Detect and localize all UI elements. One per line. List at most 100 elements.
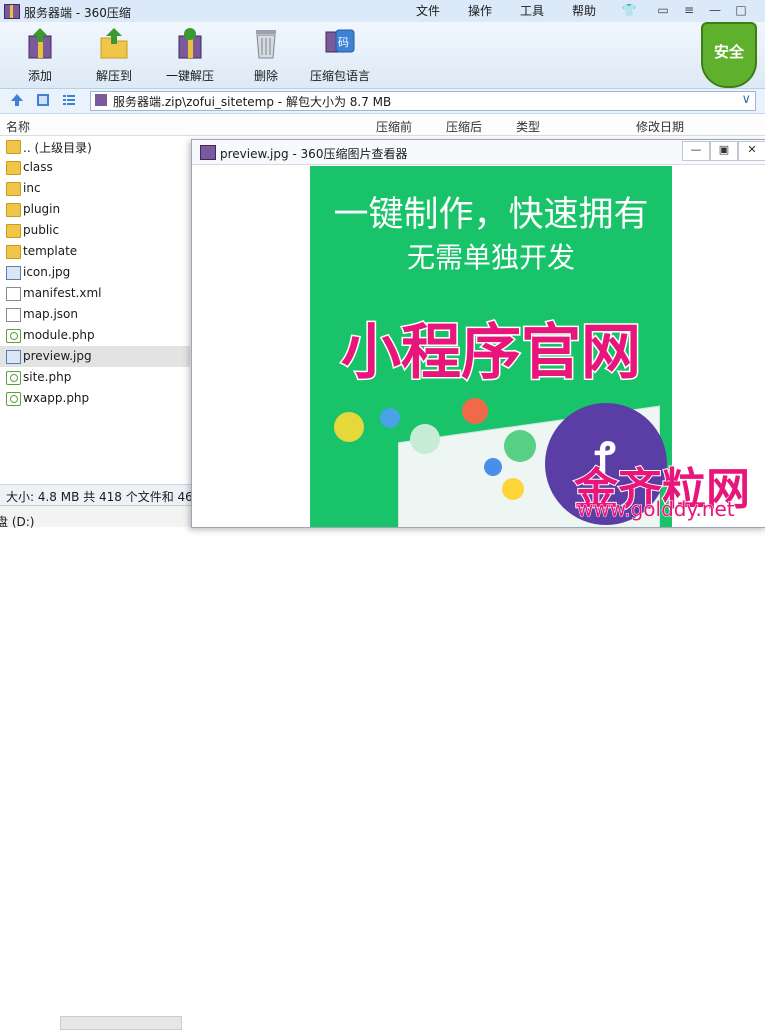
horizontal-scrollbar[interactable] bbox=[60, 1016, 182, 1030]
security-badge-text: 安全 bbox=[713, 43, 744, 61]
watermark-url: www.golddy.net bbox=[577, 497, 736, 522]
one-click-extract-label: 一键解压 bbox=[165, 69, 214, 83]
svg-text:码: 码 bbox=[338, 36, 349, 49]
extract-to-button[interactable]: 解压到 bbox=[82, 26, 146, 83]
file-name: map.json bbox=[23, 307, 79, 321]
security-shield-icon[interactable]: 安全 bbox=[701, 22, 757, 88]
folder-icon bbox=[6, 224, 21, 238]
php-file-icon bbox=[6, 329, 21, 343]
list-view-icon[interactable] bbox=[62, 93, 76, 107]
php-file-icon bbox=[6, 392, 21, 406]
archive-icon bbox=[95, 94, 107, 106]
list-item[interactable]: inc bbox=[0, 178, 190, 199]
file-name: manifest.xml bbox=[23, 286, 102, 300]
file-name: site.php bbox=[23, 370, 72, 384]
poster-ball bbox=[504, 430, 536, 462]
folder-icon bbox=[6, 140, 21, 154]
poster-ball bbox=[380, 408, 400, 428]
status-bar: 大小: 4.8 MB 共 418 个文件和 46 bbox=[0, 484, 193, 505]
window-title: 服务器端 - 360压缩 bbox=[24, 6, 131, 20]
column-compressed-size[interactable]: 压缩后 bbox=[446, 118, 482, 135]
drive-label: 盘 (D:) bbox=[0, 515, 35, 529]
viewer-close-button[interactable]: ✕ bbox=[738, 141, 765, 161]
column-type[interactable]: 类型 bbox=[516, 118, 540, 135]
file-icon bbox=[6, 287, 21, 301]
column-name[interactable]: 名称 bbox=[6, 118, 30, 135]
minimize-icon[interactable]: — bbox=[704, 2, 726, 18]
status-text: 大小: 4.8 MB 共 418 个文件和 46 bbox=[6, 490, 193, 504]
viewer-title: preview.jpg - 360压缩图片查看器 bbox=[220, 147, 408, 161]
image-file-icon bbox=[6, 350, 21, 364]
delete-icon bbox=[249, 26, 283, 60]
file-icon bbox=[6, 308, 21, 322]
php-file-icon bbox=[6, 371, 21, 385]
toolbar: 添加 解压到 一键解压 删除 码 压缩包语言 bbox=[0, 22, 765, 89]
list-item[interactable]: map.json bbox=[0, 304, 190, 325]
list-item[interactable]: manifest.xml bbox=[0, 283, 190, 304]
address-path-field[interactable]: 服务器端.zip\zofui_sitetemp - 解包大小为 8.7 MB ∨ bbox=[90, 91, 756, 111]
poster-ball bbox=[334, 412, 364, 442]
address-path: 服务器端.zip\zofui_sitetemp - 解包大小为 8.7 MB bbox=[113, 95, 392, 109]
app-icon bbox=[200, 145, 216, 160]
extract-to-label: 解压到 bbox=[95, 69, 132, 83]
menu-operation[interactable]: 操作 bbox=[468, 2, 492, 19]
add-button[interactable]: 添加 bbox=[8, 26, 72, 83]
menu-file[interactable]: 文件 bbox=[416, 2, 440, 19]
file-name: wxapp.php bbox=[23, 391, 90, 405]
menu-help[interactable]: 帮助 bbox=[572, 2, 596, 19]
folder-icon bbox=[6, 203, 21, 217]
poster-ball bbox=[484, 458, 502, 476]
list-item[interactable]: wxapp.php bbox=[0, 388, 190, 409]
archive-language-button[interactable]: 码 压缩包语言 bbox=[308, 26, 372, 83]
list-item[interactable]: icon.jpg bbox=[0, 262, 190, 283]
list-item[interactable]: template bbox=[0, 241, 190, 262]
menu-icon[interactable]: ≡ bbox=[678, 2, 700, 18]
viewer-minimize-button[interactable]: — bbox=[682, 141, 710, 161]
list-item[interactable]: plugin bbox=[0, 199, 190, 220]
thumbnail-view-icon[interactable] bbox=[36, 93, 50, 107]
title-bar: 服务器端 - 360压缩 文件 操作 工具 帮助 👕 ▭ ≡ — □ bbox=[0, 0, 765, 22]
poster-ball bbox=[410, 424, 440, 454]
poster-line1: 一键制作，快速拥有 bbox=[333, 195, 649, 235]
list-item[interactable]: module.php bbox=[0, 325, 190, 346]
one-click-extract-button[interactable]: 一键解压 bbox=[158, 26, 222, 83]
one-click-extract-icon bbox=[173, 26, 207, 60]
file-name: icon.jpg bbox=[23, 265, 71, 279]
poster-headline: 小程序官网 bbox=[340, 317, 643, 390]
file-name: .. (上级目录) bbox=[23, 141, 92, 155]
folder-icon bbox=[6, 245, 21, 259]
list-item[interactable]: .. (上级目录) bbox=[0, 136, 190, 157]
add-archive-icon bbox=[23, 26, 57, 60]
list-item[interactable]: class bbox=[0, 157, 190, 178]
address-bar: 服务器端.zip\zofui_sitetemp - 解包大小为 8.7 MB ∨ bbox=[0, 89, 765, 114]
app-icon bbox=[4, 4, 20, 19]
delete-label: 删除 bbox=[253, 69, 278, 83]
column-header: 名称 压缩前 压缩后 类型 修改日期 bbox=[0, 116, 765, 136]
list-item[interactable]: public bbox=[0, 220, 190, 241]
delete-button[interactable]: 删除 bbox=[234, 26, 298, 83]
archive-language-label: 压缩包语言 bbox=[309, 69, 370, 83]
file-name: public bbox=[23, 223, 60, 237]
viewer-title-bar: preview.jpg - 360压缩图片查看器 — ▣ ✕ bbox=[192, 140, 765, 165]
column-original-size[interactable]: 压缩前 bbox=[376, 118, 412, 135]
archive-language-icon: 码 bbox=[323, 26, 357, 60]
file-name: inc bbox=[23, 181, 41, 195]
poster-line2: 无需单独开发 bbox=[406, 241, 575, 274]
column-modified-date[interactable]: 修改日期 bbox=[636, 118, 684, 135]
maximize-icon[interactable]: □ bbox=[730, 2, 752, 18]
menu-tools[interactable]: 工具 bbox=[520, 2, 544, 19]
poster-ball bbox=[502, 478, 524, 500]
list-item[interactable]: site.php bbox=[0, 367, 190, 388]
file-name: preview.jpg bbox=[23, 349, 92, 363]
folder-icon bbox=[6, 161, 21, 175]
viewer-maximize-button[interactable]: ▣ bbox=[710, 141, 738, 161]
feedback-icon[interactable]: ▭ bbox=[652, 2, 674, 18]
list-item-selected[interactable]: preview.jpg bbox=[0, 346, 190, 367]
poster-ball bbox=[462, 398, 488, 424]
skin-icon[interactable]: 👕 bbox=[618, 2, 640, 18]
extract-to-icon bbox=[97, 26, 131, 60]
add-label: 添加 bbox=[27, 69, 52, 83]
up-arrow-icon[interactable] bbox=[10, 93, 24, 107]
file-name: plugin bbox=[23, 202, 61, 216]
chevron-down-icon[interactable]: ∨ bbox=[741, 92, 751, 107]
